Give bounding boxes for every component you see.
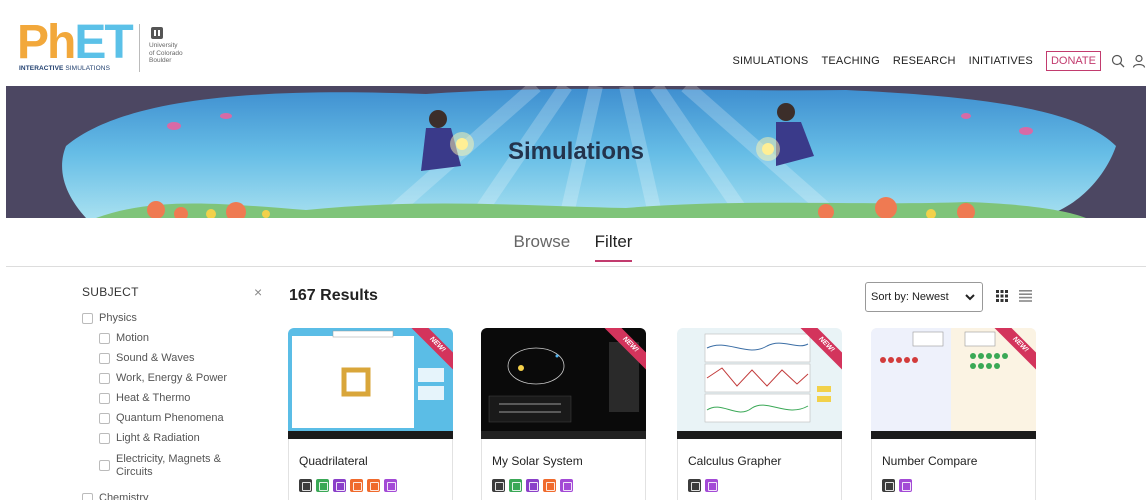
feature-badges (492, 479, 635, 492)
checkbox[interactable] (99, 460, 110, 471)
zoom-icon (560, 479, 573, 492)
list-view-icon[interactable] (1019, 290, 1032, 302)
subject-heading: SUBJECT (82, 285, 139, 299)
filter-work-energy-power[interactable]: Work, Energy & Power (99, 372, 227, 385)
chevron-down-icon (965, 294, 975, 301)
zoom-icon (705, 479, 718, 492)
filter-label: Chemistry (99, 492, 149, 500)
filter-chemistry[interactable]: Chemistry (82, 492, 149, 500)
sim-card-number-compare[interactable]: NEW! Number Compare (871, 328, 1036, 500)
sound-icon (350, 479, 363, 492)
logo-letters-et: ET (74, 16, 133, 69)
filter-label: Physics (99, 312, 137, 324)
phet-logo[interactable]: PhET INTERACTIVE SIMULATIONS (17, 18, 143, 78)
sort-label: Sort by: Newest (871, 291, 949, 303)
zoom-icon (384, 479, 397, 492)
html5-icon (299, 479, 312, 492)
logo-tagline-light: SIMULATIONS (65, 65, 111, 72)
checkbox[interactable] (99, 393, 110, 404)
sim-thumbnail: NEW! (288, 328, 453, 439)
html5-icon (882, 479, 895, 492)
green-feature-icon (509, 479, 522, 492)
checkbox[interactable] (99, 353, 110, 364)
filter-light-radiation[interactable]: Light & Radiation (99, 432, 200, 445)
purple-feature-icon (526, 479, 539, 492)
filter-label: Sound & Waves (116, 352, 195, 364)
user-icon[interactable] (1132, 54, 1146, 68)
filter-label: Quantum Phenomena (116, 412, 224, 424)
checkbox[interactable] (99, 333, 110, 344)
donate-button[interactable]: DONATE (1045, 51, 1101, 71)
sound-icon (543, 479, 556, 492)
tab-browse[interactable]: Browse (514, 232, 571, 260)
checkbox[interactable] (99, 373, 110, 384)
sim-title: Number Compare (882, 454, 978, 468)
sort-select[interactable]: Sort by: Newest (865, 282, 983, 312)
feature-badges (688, 479, 831, 492)
hero-banner: Simulations (6, 86, 1146, 218)
zoom-icon (899, 479, 912, 492)
university-name: University of Colorado Boulder (149, 42, 183, 64)
page-title: Simulations (507, 138, 645, 165)
filter-motion[interactable]: Motion (99, 332, 149, 345)
sim-card-calculus-grapher[interactable]: NEW! Calculus Grapher (677, 328, 842, 500)
filter-heat-thermo[interactable]: Heat & Thermo (99, 392, 190, 405)
close-icon[interactable]: × (254, 284, 262, 300)
feature-badges (882, 479, 1025, 492)
sim-thumbnail: NEW! (677, 328, 842, 439)
purple-feature-icon (333, 479, 346, 492)
logo-letters-ph: Ph (17, 16, 76, 69)
tab-filter[interactable]: Filter (594, 232, 633, 262)
sim-thumbnail: NEW! (871, 328, 1036, 439)
tabs-divider (6, 266, 1146, 267)
grid-view-icon[interactable] (996, 290, 1008, 302)
sim-thumbnail: NEW! (481, 328, 646, 439)
filter-label: Work, Energy & Power (116, 372, 228, 384)
nav-teaching[interactable]: TEACHING (821, 55, 879, 67)
filter-quantum-phenomena[interactable]: Quantum Phenomena (99, 412, 224, 425)
green-feature-icon (316, 479, 329, 492)
card-body: Number Compare (871, 439, 1036, 500)
main-nav: SIMULATIONS TEACHING RESEARCH INITIATIVE… (733, 51, 1146, 71)
sim-card-quadrilateral[interactable]: NEW! Quadrilateral (288, 328, 453, 500)
card-body: Calculus Grapher (677, 439, 842, 500)
html5-icon (492, 479, 505, 492)
sim-card-my-solar-system[interactable]: NEW! My Solar System (481, 328, 646, 500)
filter-sound-waves[interactable]: Sound & Waves (99, 352, 194, 365)
filter-physics[interactable]: Physics (82, 312, 137, 325)
university-mark-icon (151, 27, 163, 39)
results-count: 167 Results (289, 287, 378, 304)
filter-label: Heat & Thermo (116, 392, 191, 404)
search-icon[interactable] (1111, 54, 1125, 68)
checkbox[interactable] (99, 433, 110, 444)
card-body: My Solar System (481, 439, 646, 500)
checkbox[interactable] (99, 413, 110, 424)
logo-tagline-bold: INTERACTIVE (19, 65, 64, 72)
orange-feature-icon (367, 479, 380, 492)
nav-research[interactable]: RESEARCH (893, 55, 956, 67)
nav-simulations[interactable]: SIMULATIONS (733, 55, 809, 67)
html5-icon (688, 479, 701, 492)
logo-divider (139, 24, 140, 72)
checkbox[interactable] (82, 493, 93, 500)
filter-label: Electricity, Magnets & Circuits (116, 453, 221, 478)
sim-title: Calculus Grapher (688, 454, 782, 468)
site-header: PhET INTERACTIVE SIMULATIONS University … (0, 0, 1146, 86)
sim-title: Quadrilateral (299, 454, 368, 468)
nav-initiatives[interactable]: INITIATIVES (969, 55, 1033, 67)
university-logo[interactable]: University of Colorado Boulder (147, 26, 197, 72)
filter-electricity-magnets-circuits[interactable]: Electricity, Magnets & Circuits (99, 453, 221, 479)
feature-badges (299, 479, 442, 492)
filter-label: Light & Radiation (116, 432, 200, 444)
card-body: Quadrilateral (288, 439, 453, 500)
checkbox[interactable] (82, 313, 93, 324)
sim-title: My Solar System (492, 454, 583, 468)
filter-label: Motion (116, 332, 150, 344)
view-tabs: Browse Filter (0, 232, 1146, 267)
